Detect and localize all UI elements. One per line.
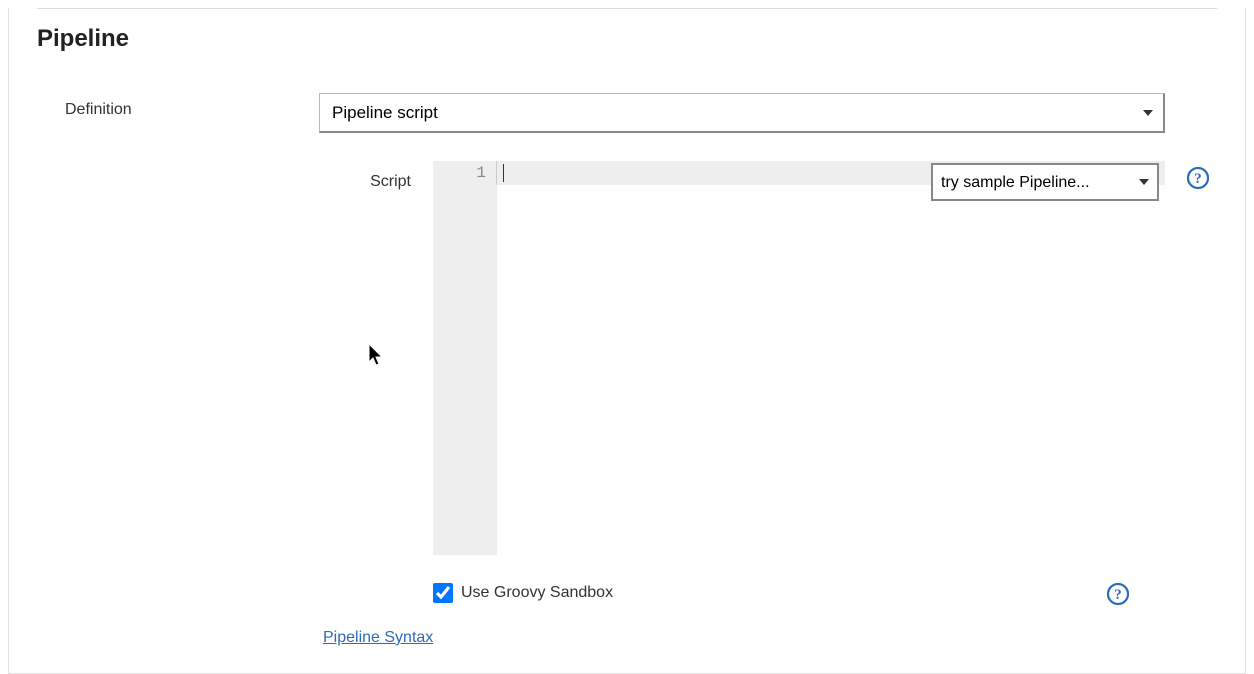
- help-icon: ?: [1107, 583, 1129, 605]
- definition-label: Definition: [9, 93, 319, 119]
- syntax-link-row: Pipeline Syntax: [323, 629, 1245, 647]
- definition-select[interactable]: Pipeline script: [319, 93, 1165, 133]
- help-icon: ?: [1187, 167, 1209, 189]
- sandbox-row: Use Groovy Sandbox ?: [433, 583, 1165, 603]
- pipeline-config-panel: Pipeline Definition Pipeline script Scri…: [8, 8, 1246, 674]
- editor-text-area[interactable]: try sample Pipeline...: [497, 161, 1165, 555]
- sandbox-control: Use Groovy Sandbox: [433, 583, 613, 603]
- svg-text:?: ?: [1114, 587, 1122, 603]
- section-divider: [37, 8, 1217, 9]
- sandbox-label[interactable]: Use Groovy Sandbox: [461, 584, 613, 602]
- definition-field: Pipeline script: [319, 93, 1245, 133]
- script-row: Script ? 1 try sample Pipeline...: [9, 161, 1245, 603]
- editor-gutter: 1: [433, 161, 497, 555]
- sandbox-checkbox[interactable]: [433, 583, 453, 603]
- sandbox-help-icon[interactable]: ?: [1107, 583, 1129, 605]
- script-editor-column: ? 1 try sample Pipeline...: [433, 161, 1245, 603]
- code-editor[interactable]: 1 try sample Pipeline...: [433, 161, 1165, 555]
- script-help-icon[interactable]: ?: [1187, 167, 1209, 189]
- script-label: Script: [9, 161, 433, 191]
- svg-text:?: ?: [1194, 171, 1202, 187]
- definition-row: Definition Pipeline script: [9, 93, 1245, 133]
- pipeline-syntax-link[interactable]: Pipeline Syntax: [323, 629, 433, 646]
- editor-cursor: [503, 164, 504, 182]
- section-title: Pipeline: [37, 25, 1245, 53]
- sample-pipeline-select[interactable]: try sample Pipeline...: [931, 163, 1159, 201]
- line-number: 1: [433, 161, 497, 185]
